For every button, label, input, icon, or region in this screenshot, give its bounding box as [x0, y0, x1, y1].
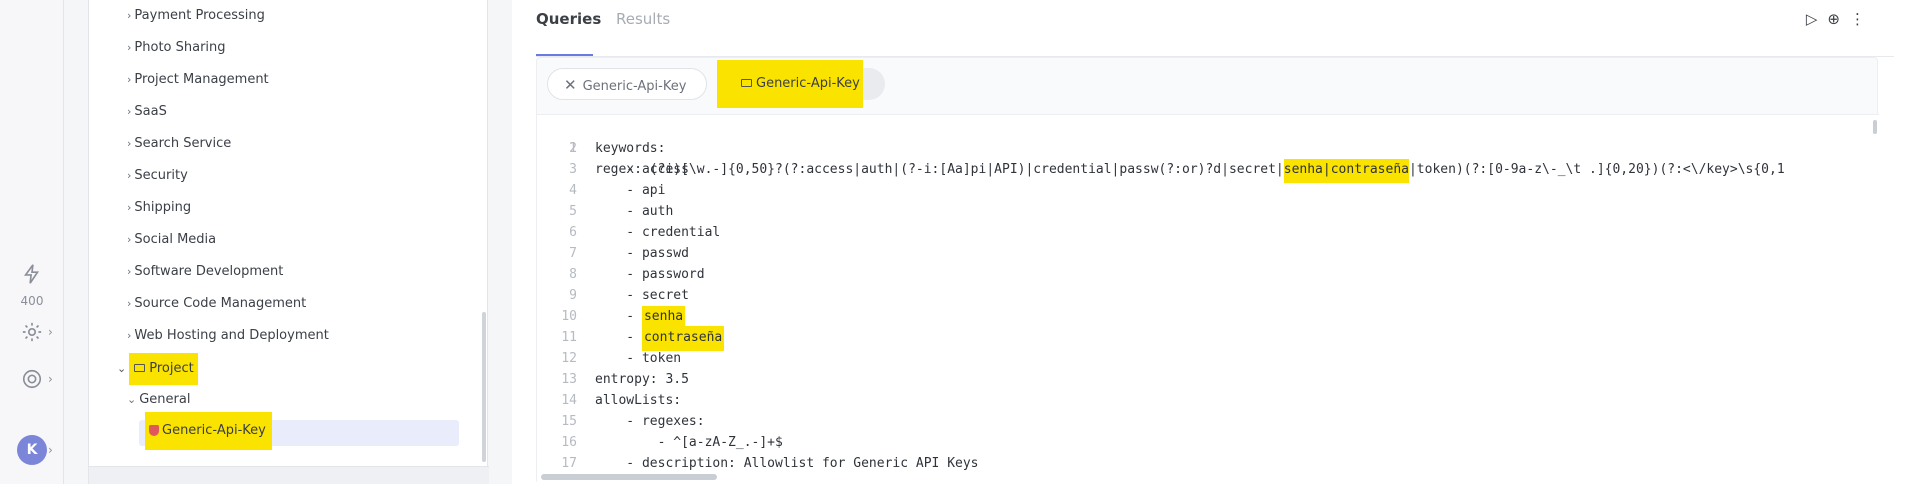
avatar: K: [17, 435, 47, 465]
chevron-right-icon: ›: [48, 443, 53, 457]
chevron-right-icon: ›: [127, 329, 132, 342]
editor-horizontal-scrollbar[interactable]: [541, 474, 717, 480]
tree-item-generic-api-key[interactable]: Generic-Api-Key: [145, 412, 272, 450]
more-icon[interactable]: ⋮: [1850, 10, 1865, 28]
left-rail: 400 › › K ›: [0, 0, 64, 484]
shield-icon: [149, 425, 159, 436]
chevron-right-icon: ›: [48, 325, 53, 339]
chevron-right-icon: ›: [127, 233, 132, 246]
tree-item-social-media[interactable]: › Social Media: [127, 228, 216, 252]
editor-vertical-scrollbar[interactable]: [1873, 120, 1877, 134]
chevron-right-icon: ›: [127, 9, 132, 22]
gear-icon: [22, 322, 42, 342]
chevron-right-icon: ›: [48, 372, 53, 386]
tree-item-project[interactable]: ⌄ Project: [117, 353, 198, 385]
tab-results[interactable]: Results: [616, 10, 670, 28]
lifebuoy-icon: [22, 369, 42, 389]
tree-item-search-service[interactable]: › Search Service: [127, 132, 231, 156]
chevron-right-icon: ›: [127, 265, 132, 278]
close-icon[interactable]: ✕: [564, 76, 577, 94]
tree-item-general[interactable]: ⌄ General: [127, 388, 190, 412]
tree-item-source-code-management[interactable]: › Source Code Management: [127, 292, 306, 316]
tree-footer: [89, 466, 489, 484]
chevron-right-icon: ›: [127, 41, 132, 54]
chip-generic-api-key-open[interactable]: Generic-Api-Key: [717, 60, 885, 108]
add-icon[interactable]: ⊕: [1827, 10, 1840, 28]
user-menu[interactable]: K ›: [0, 435, 64, 465]
tree-item-photo-sharing[interactable]: › Photo Sharing: [127, 36, 226, 60]
code-editor[interactable]: 1 regex: (?i)[\w.-]{0,50}?(?:access|auth…: [537, 114, 1879, 484]
editor-card: ✕ Generic-Api-Key Generic-Api-Key 1 regex…: [536, 57, 1879, 484]
settings-nav[interactable]: ›: [0, 321, 64, 347]
code-line: 1 regex: (?i)[\w.-]{0,50}?(?:access|auth…: [537, 117, 1785, 183]
tree-item-payment-processing[interactable]: › Payment Processing: [127, 4, 265, 28]
rules-tree-panel: › Payment Processing › Photo Sharing › Proj…: [88, 0, 489, 484]
folder-icon: [134, 363, 146, 372]
tree-item-saas[interactable]: › SaaS: [127, 100, 167, 124]
chip-generic-api-key-closed[interactable]: ✕ Generic-Api-Key: [547, 68, 707, 100]
chevron-right-icon: ›: [127, 201, 132, 214]
folder-icon: [741, 78, 752, 87]
tree-item-software-development[interactable]: › Software Development: [127, 260, 283, 284]
chevron-down-icon: ⌄: [127, 393, 137, 406]
chevron-down-icon: ⌄: [117, 362, 127, 375]
run-icon[interactable]: ▷: [1806, 10, 1818, 28]
chevron-right-icon: ›: [127, 297, 132, 310]
tree-item-project-management[interactable]: › Project Management: [127, 68, 269, 92]
toolbar-actions: ▷ ⊕ ⋮: [1796, 10, 1865, 28]
tree-item-shipping[interactable]: › Shipping: [127, 196, 191, 220]
chevron-right-icon: ›: [127, 169, 132, 182]
tree-scrollbar[interactable]: [482, 312, 486, 462]
main-panel: Queries Results ▷ ⊕ ⋮ ✕ Generic-Api-Key Gen…: [512, 0, 1905, 484]
bolt-icon[interactable]: [0, 262, 64, 290]
tree-item-web-hosting[interactable]: › Web Hosting and Deployment: [127, 324, 329, 348]
tab-queries[interactable]: Queries: [536, 10, 601, 28]
usage-count: 400: [20, 294, 44, 308]
chevron-right-icon: ›: [127, 137, 132, 150]
chevron-right-icon: ›: [127, 73, 132, 86]
chevron-right-icon: ›: [127, 105, 132, 118]
tree-item-security[interactable]: › Security: [127, 164, 188, 188]
help-nav[interactable]: ›: [0, 368, 64, 394]
